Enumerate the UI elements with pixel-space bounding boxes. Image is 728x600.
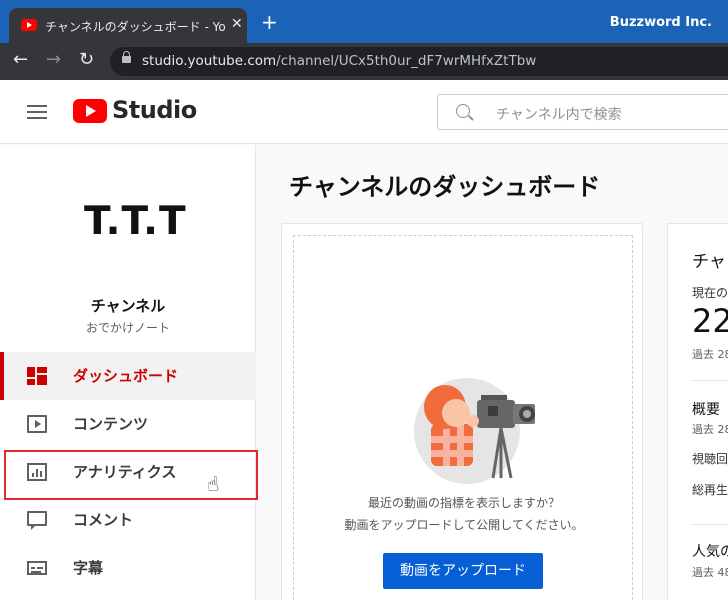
menu-icon[interactable]: [27, 105, 47, 119]
forward-button[interactable]: →: [46, 49, 61, 70]
sidebar-item-label: 字幕: [73, 559, 104, 577]
content-icon: [27, 415, 47, 433]
studio-logo-text[interactable]: Studio: [112, 96, 197, 124]
summary-period: 過去 28: [692, 423, 728, 436]
tab-title: チャンネルのダッシュボード - YouTube: [45, 20, 225, 34]
channel-label: チャンネル: [90, 297, 166, 315]
sidebar-item-subtitles[interactable]: 字幕: [0, 544, 256, 592]
sidebar-item-content[interactable]: コンテンツ: [0, 400, 256, 448]
sidebar-item-label: ダッシュボード: [73, 367, 179, 385]
upload-promo-card: 最近の動画の指標を表示しますか？ 動画をアップロードして公開してください。 動画…: [281, 223, 643, 600]
sidebar-item-comments[interactable]: コメント: [0, 496, 256, 544]
analytics-icon: [27, 463, 47, 481]
youtube-logo-icon[interactable]: [73, 99, 107, 123]
url-path: /channel/UCx5th0ur_dF7wrMHfxZtTbw: [276, 53, 537, 69]
popular-period: 過去 48: [692, 566, 728, 579]
search-icon: [456, 104, 470, 118]
browser-tab[interactable]: チャンネルのダッシュボード - YouTube ✕: [9, 8, 247, 43]
promo-text-line2: 動画をアップロードして公開してください。: [344, 518, 584, 532]
channel-avatar[interactable]: T.T.T: [84, 199, 187, 244]
period-label: 過去 28: [692, 348, 728, 361]
youtube-favicon-icon: [21, 19, 37, 31]
channel-analytics-card: チャ 現在の 22 過去 28 概要 過去 28 視聴回 総再生 人気の 過去 …: [667, 223, 728, 600]
channel-name: おでかけノート: [85, 321, 170, 335]
lock-icon: [122, 51, 131, 63]
current-subscribers-label: 現在の: [692, 286, 728, 300]
subscriber-count: 22: [692, 302, 728, 340]
page-title: チャンネルのダッシュボード: [289, 173, 601, 201]
analytics-card-title: チャ: [692, 252, 726, 272]
sidebar-item-label: コンテンツ: [73, 415, 149, 433]
hand-cursor-icon: ☝: [205, 471, 221, 497]
close-tab-icon[interactable]: ✕: [231, 16, 243, 32]
views-label: 視聴回: [692, 452, 728, 466]
upload-video-button[interactable]: 動画をアップロード: [383, 553, 543, 589]
profile-name[interactable]: Buzzword Inc.: [610, 15, 712, 30]
watch-time-label: 総再生: [692, 483, 728, 497]
dashboard-icon: [27, 367, 47, 385]
url-text: studio.youtube.com/channel/UCx5th0ur_dF7…: [142, 53, 536, 69]
url-host: studio.youtube.com: [142, 53, 277, 69]
camera-operator-illustration: [414, 378, 535, 484]
search-placeholder: チャンネル内で検索: [496, 107, 622, 123]
sidebar-item-label: アナリティクス: [73, 463, 177, 481]
sidebar: T.T.T チャンネル おでかけノート ダッシュボード コンテンツ アナリティク…: [0, 145, 258, 600]
popular-heading: 人気の: [692, 544, 728, 560]
back-button[interactable]: ←: [13, 49, 28, 70]
new-tab-button[interactable]: +: [261, 12, 278, 32]
sidebar-item-label: コメント: [73, 511, 134, 529]
comment-icon: [27, 511, 47, 530]
summary-heading: 概要: [692, 402, 720, 418]
promo-text-line1: 最近の動画の指標を表示しますか？: [367, 496, 560, 510]
address-bar[interactable]: studio.youtube.com/channel/UCx5th0ur_dF7…: [110, 47, 728, 76]
divider: [692, 524, 728, 525]
browser-tab-bar: チャンネルのダッシュボード - YouTube ✕ + Buzzword Inc…: [0, 0, 728, 43]
sidebar-item-dashboard[interactable]: ダッシュボード: [0, 352, 256, 400]
studio-header: Studio チャンネル内で検索: [0, 80, 728, 144]
reload-button[interactable]: ↻: [79, 49, 94, 70]
divider: [692, 380, 728, 381]
browser-toolbar: ← → ↻ studio.youtube.com/channel/UCx5th0…: [0, 43, 728, 80]
channel-search-input[interactable]: チャンネル内で検索: [437, 94, 728, 130]
subtitles-icon: [27, 561, 47, 575]
promo-dashed-area: 最近の動画の指標を表示しますか？ 動画をアップロードして公開してください。 動画…: [293, 235, 633, 600]
